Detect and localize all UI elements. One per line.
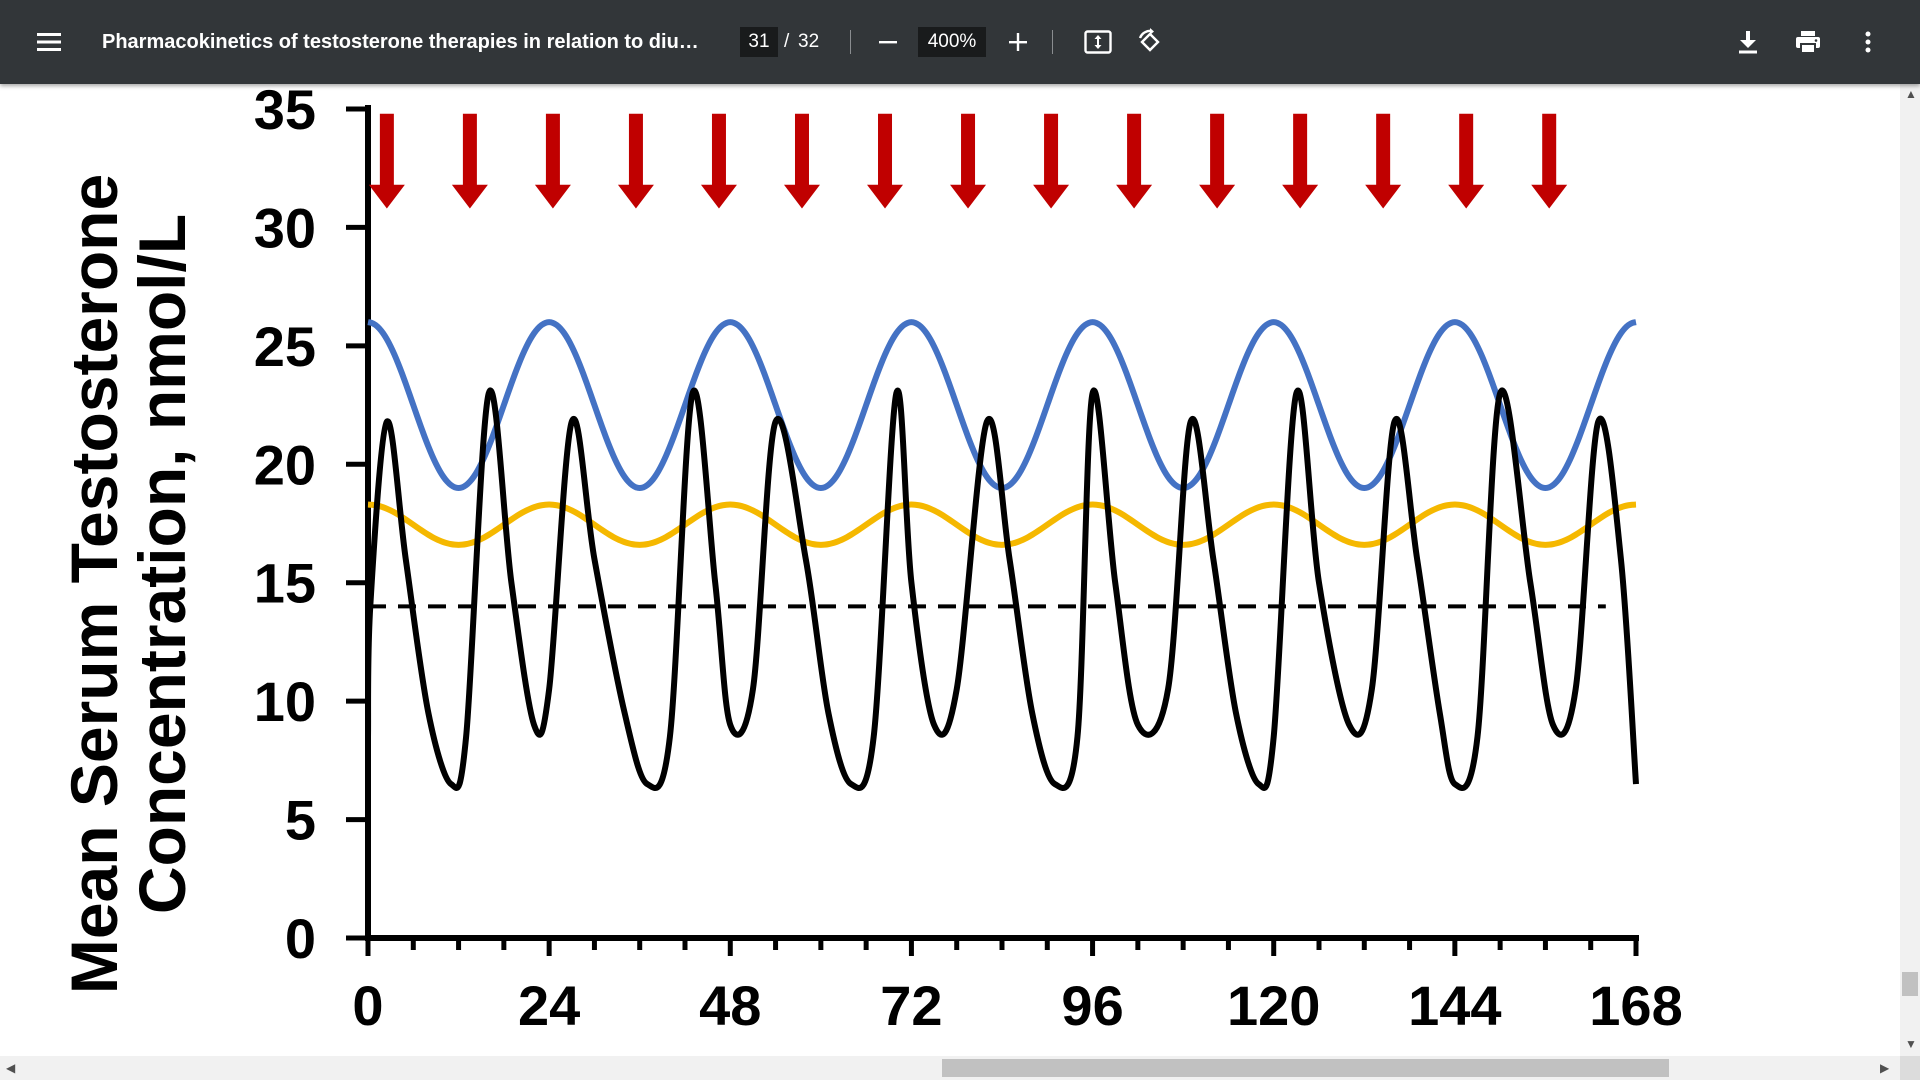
zoom-out-button[interactable] (868, 22, 908, 62)
scrollbar-corner (1900, 1056, 1920, 1080)
dose-arrows (368, 113, 1568, 209)
toolbar-divider (850, 30, 851, 54)
scroll-left-icon[interactable]: ◀ (6, 1062, 15, 1074)
fit-page-button[interactable] (1078, 22, 1118, 62)
dose-arrow (1116, 113, 1153, 209)
y-tick-label: 20 (254, 433, 316, 496)
y-tick-label: 35 (254, 84, 316, 141)
dose-arrow (1033, 113, 1070, 209)
scroll-down-icon[interactable]: ▼ (1905, 1038, 1917, 1050)
y-axis-label-group: Mean Serum Testosterone Concentration, n… (57, 174, 199, 994)
x-tick-label: 0 (352, 974, 383, 1037)
dose-arrow (700, 113, 737, 209)
download-button[interactable] (1728, 22, 1768, 62)
scroll-right-icon[interactable]: ▶ (1880, 1062, 1889, 1074)
y-axis-ticks: 0 5 10 15 20 25 30 35 (254, 84, 368, 970)
y-tick-label: 5 (285, 789, 316, 852)
rotate-icon (1138, 28, 1160, 52)
series-line-2 (365, 387, 1639, 791)
dose-arrow (1531, 113, 1568, 209)
print-icon (1796, 31, 1820, 54)
document-title: Pharmacokinetics of testosterone therapi… (102, 31, 702, 53)
chart-series (365, 319, 1639, 791)
dose-arrow (1448, 113, 1485, 209)
dose-arrow (783, 113, 820, 209)
zoom-out-icon (879, 41, 897, 44)
zoom-in-button[interactable] (998, 22, 1038, 62)
x-tick-label: 96 (1061, 974, 1123, 1037)
page-number-input[interactable]: 31 (740, 27, 778, 57)
dose-arrow (1199, 113, 1236, 209)
dose-arrow (950, 113, 987, 209)
vertical-scrollbar[interactable]: ▲ ▼ (1900, 84, 1920, 1056)
print-button[interactable] (1788, 22, 1828, 62)
page-total: 32 (798, 31, 820, 52)
dose-arrow (867, 113, 904, 209)
series-line-0 (367, 319, 1637, 491)
pdf-toolbar: Pharmacokinetics of testosterone therapi… (0, 0, 1920, 84)
dose-arrow (1365, 113, 1402, 209)
menu-icon[interactable] (30, 22, 70, 62)
x-tick-label: 120 (1227, 974, 1320, 1037)
y-axis-label-line2: Concentration, nmol/L (125, 214, 199, 914)
x-tick-label: 144 (1408, 974, 1501, 1037)
page-separator: / (784, 31, 790, 52)
toolbar-divider (1052, 30, 1053, 54)
dose-arrow (1282, 113, 1319, 209)
scroll-up-icon[interactable]: ▲ (1905, 88, 1917, 100)
y-tick-label: 10 (254, 670, 316, 733)
y-tick-label: 30 (254, 196, 316, 259)
dose-arrow (368, 113, 405, 209)
x-tick-label: 48 (699, 974, 761, 1037)
horizontal-scroll-thumb[interactable] (942, 1059, 1669, 1077)
pk-chart: Mean Serum Testosterone Concentration, n… (57, 84, 1683, 1037)
vertical-scroll-thumb[interactable] (1902, 972, 1918, 996)
y-tick-label: 15 (254, 552, 316, 615)
download-icon (1739, 31, 1757, 54)
zoom-level-input[interactable]: 400% (918, 27, 986, 57)
x-tick-label: 72 (880, 974, 942, 1037)
dose-arrow (617, 113, 654, 209)
dose-arrow (451, 113, 488, 209)
dose-arrow (534, 113, 571, 209)
x-tick-label: 168 (1589, 974, 1682, 1037)
x-axis-ticks: 0 24 48 72 96 120 144 168 (352, 938, 1683, 1037)
more-options-button[interactable] (1848, 22, 1888, 62)
y-tick-label: 0 (285, 907, 316, 970)
y-axis-label-line1: Mean Serum Testosterone (57, 174, 131, 994)
pdf-viewport: Mean Serum Testosterone Concentration, n… (0, 84, 1900, 1056)
rotate-button[interactable] (1130, 22, 1170, 62)
y-tick-label: 25 (254, 315, 316, 378)
more-vert-icon (1865, 31, 1871, 53)
zoom-in-icon (1009, 33, 1027, 51)
x-tick-label: 24 (518, 974, 580, 1037)
horizontal-scrollbar[interactable]: ◀ ▶ (0, 1056, 1900, 1080)
fit-page-icon (1084, 30, 1112, 54)
